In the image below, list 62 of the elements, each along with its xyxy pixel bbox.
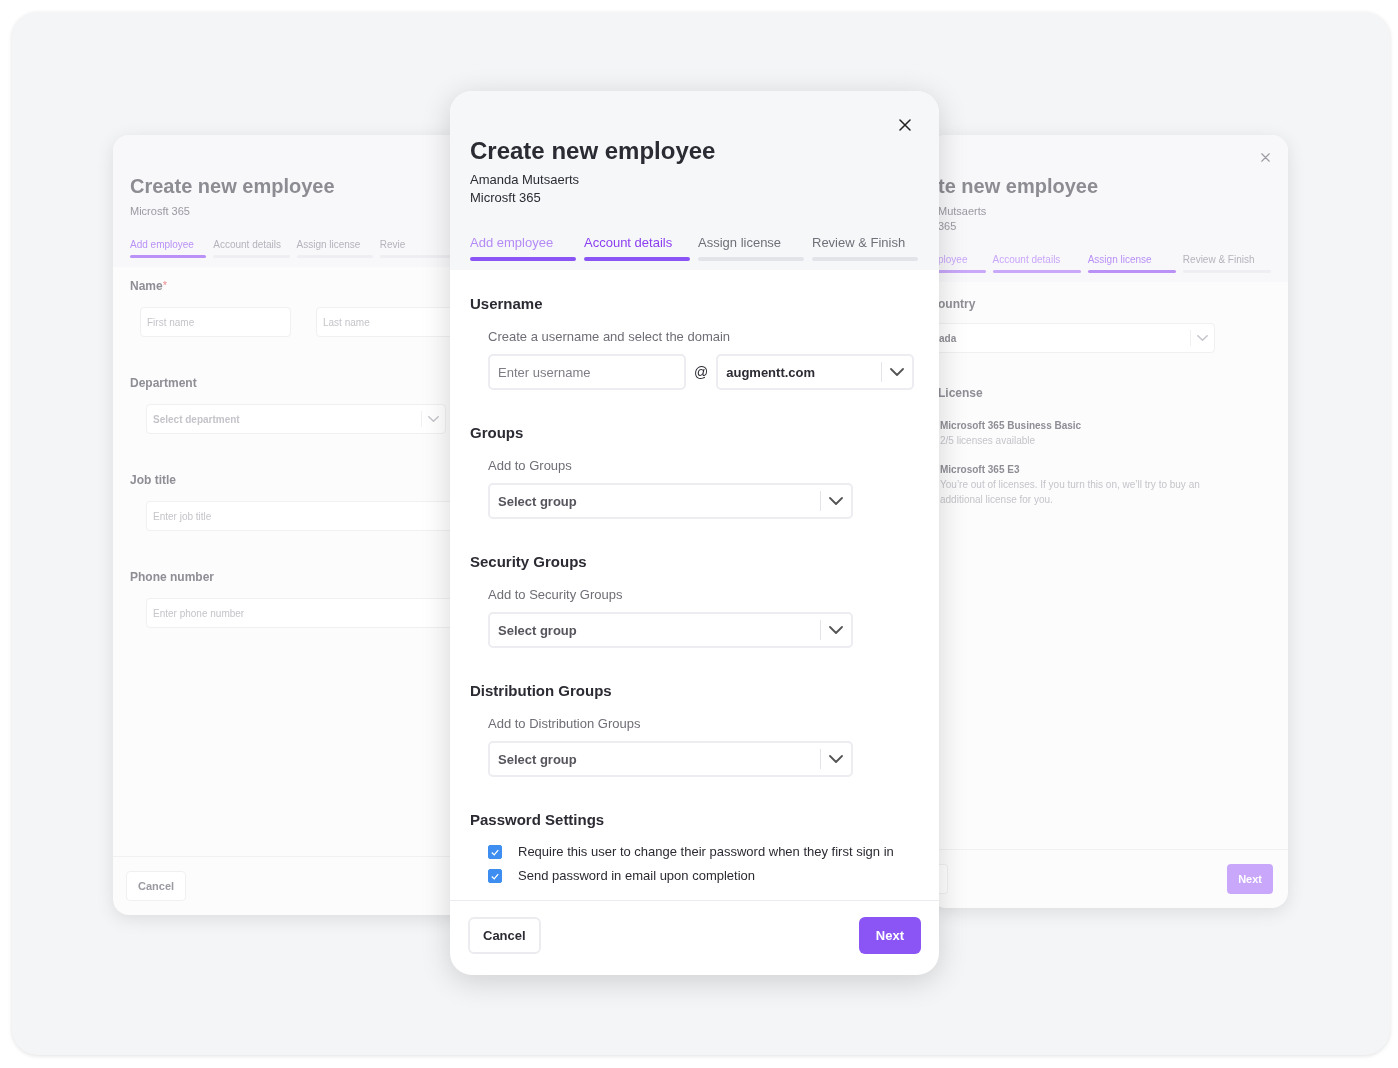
group-select[interactable]: Select group — [488, 483, 853, 519]
step-tab[interactable]: Add employee — [130, 239, 207, 258]
field-hint: Add to Groups — [488, 457, 573, 475]
step-tab[interactable]: ployee — [938, 254, 986, 273]
step-tab[interactable]: Add employee — [470, 235, 576, 261]
field-hint: Add to Security Groups — [488, 586, 624, 604]
at-sign: @ — [694, 364, 709, 380]
section-heading: Username — [470, 294, 544, 314]
step-tab[interactable]: Assign license — [1087, 254, 1176, 273]
username-field[interactable]: Enter username — [488, 354, 686, 390]
step-tab[interactable]: Account details — [213, 239, 290, 258]
close-icon[interactable] — [899, 119, 911, 131]
field-label: Name — [130, 279, 163, 293]
step-tab[interactable]: Revie — [379, 239, 456, 258]
section-heading: Security Groups — [470, 552, 588, 572]
step-tab[interactable]: Account details — [992, 254, 1081, 273]
dialog-subtitle: Amanda Mutsaerts — [470, 171, 580, 189]
domain-select[interactable]: augmentt.com — [716, 354, 915, 390]
section-heading: Password Settings — [470, 810, 606, 830]
dialog-subtitle: Microsft 365 — [470, 189, 541, 207]
field-label: Department — [130, 376, 197, 390]
step-tab[interactable]: Account details — [584, 235, 690, 261]
license-name: Microsoft 365 Business Basic — [940, 419, 1083, 433]
checkbox[interactable] — [488, 845, 502, 859]
check-icon — [491, 872, 499, 880]
department-select[interactable]: Select department — [146, 404, 446, 434]
check-icon — [491, 848, 499, 856]
chevron-down-icon — [829, 755, 843, 763]
checkbox-label: Require this user to change their password when they first sign in — [518, 844, 894, 860]
group-select[interactable]: Select group — [488, 612, 853, 648]
dialog-subtitle: 365 — [938, 219, 957, 234]
required-mark: * — [162, 279, 167, 293]
field-label: License — [938, 386, 983, 400]
cancel-button[interactable]: Cancel — [126, 871, 187, 901]
field-hint: Create a username and select the domain — [488, 328, 732, 346]
checkbox[interactable] — [488, 869, 502, 883]
dialog-title: Create new employee — [130, 175, 336, 198]
step-tab[interactable]: Review & Finish — [812, 235, 918, 261]
cancel-button[interactable]: Cancel — [468, 917, 541, 954]
field-label: Phone number — [130, 570, 214, 584]
step-tab[interactable]: Assign license — [296, 239, 373, 258]
chevron-down-icon — [829, 497, 843, 505]
chevron-down-icon — [428, 415, 439, 423]
dialog-title: Create new employee — [470, 137, 717, 165]
section-heading: Groups — [470, 423, 525, 443]
next-button[interactable]: Next — [858, 917, 921, 954]
first-name-field[interactable]: First name — [140, 307, 291, 337]
group-select[interactable]: Select group — [488, 741, 853, 777]
section-heading: Distribution Groups — [470, 681, 613, 701]
dialog-subtitle: Mutsaerts — [938, 204, 987, 219]
field-label: Job title — [130, 473, 176, 487]
field-label: ountry — [938, 297, 976, 311]
field-hint: Add to Distribution Groups — [488, 715, 642, 733]
dialog-title: te new employee — [938, 175, 1100, 198]
step-tab[interactable]: Review & Finish — [1182, 254, 1271, 273]
license-name: Microsoft 365 E3 — [940, 463, 1021, 477]
chevron-down-icon — [829, 626, 843, 634]
chevron-down-icon — [1197, 334, 1208, 342]
checkbox-label: Send password in email upon completion — [518, 868, 756, 884]
step-tab[interactable]: Assign license — [698, 235, 804, 261]
dialog-subtitle: Microsft 365 — [130, 204, 190, 219]
chevron-down-icon — [890, 368, 905, 376]
